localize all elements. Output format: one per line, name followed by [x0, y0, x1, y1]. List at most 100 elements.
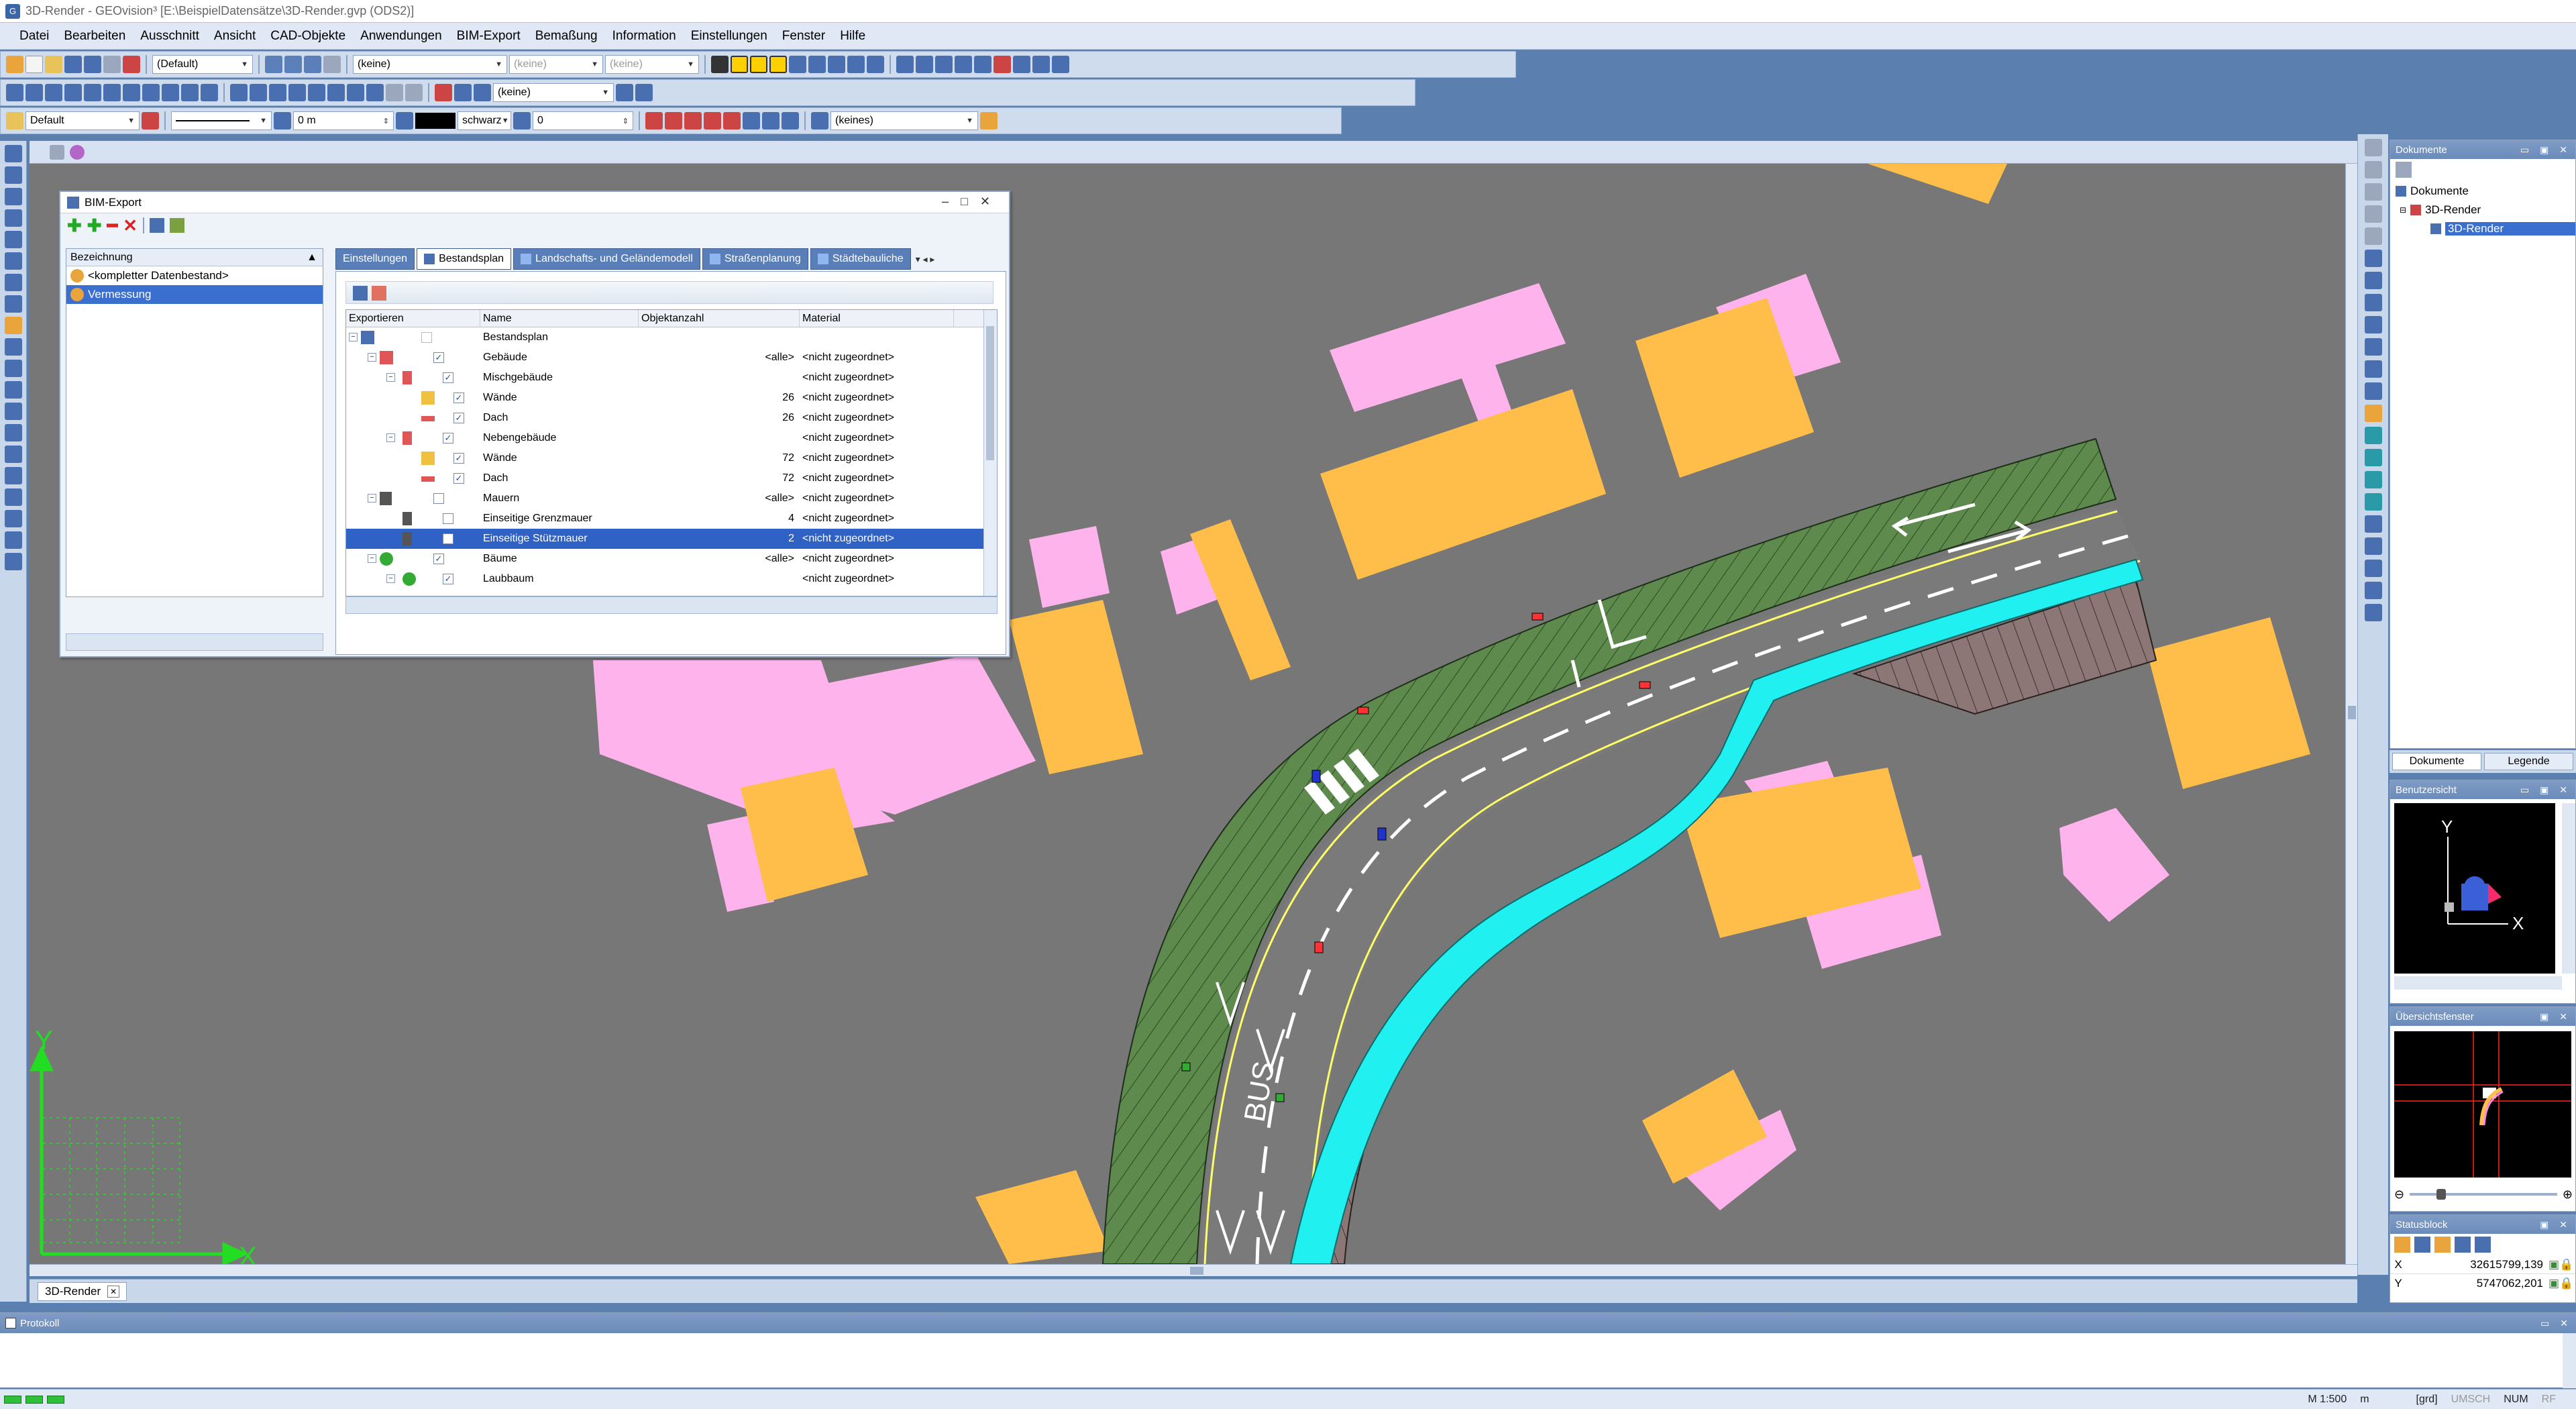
draw-circle-icon[interactable]: [84, 84, 101, 101]
tab-legende[interactable]: Legende: [2484, 753, 2573, 770]
table-row[interactable]: − ✓ Bäume <alle> <nicht zugeordnet>: [346, 549, 997, 569]
save-icon[interactable]: [64, 56, 82, 73]
edit-move-icon[interactable]: [230, 84, 248, 101]
angle-unit-display[interactable]: [grd]: [2410, 1394, 2445, 1406]
edit-extend-icon[interactable]: [347, 84, 364, 101]
menu-bemassung[interactable]: Bemaßung: [529, 26, 604, 46]
table-row[interactable]: − ✓ Gebäude <alle> <nicht zugeordnet>: [346, 348, 997, 368]
menu-information[interactable]: Information: [606, 26, 682, 46]
table-row[interactable]: − ✓ Mischgebäude <nicht zugeordnet>: [346, 368, 997, 388]
building-pink[interactable]: [1029, 526, 1110, 608]
tab-3d-render[interactable]: 3D-Render ✕: [38, 1282, 127, 1301]
walk-icon[interactable]: [2365, 537, 2382, 555]
table-row[interactable]: − Mauern <alle> <nicht zugeordnet>: [346, 488, 997, 509]
status-icon-1[interactable]: [2394, 1237, 2410, 1253]
menu-ansicht[interactable]: Ansicht: [208, 26, 262, 46]
draw-curve-icon[interactable]: [103, 84, 121, 101]
zoom-plus-icon[interactable]: [2365, 338, 2382, 356]
overview-canvas[interactable]: [2394, 1031, 2571, 1178]
table-row[interactable]: − ✓ Nebengebäude <nicht zugeordnet>: [346, 428, 997, 448]
new-file-icon[interactable]: [25, 56, 43, 73]
delete-icon[interactable]: [435, 84, 452, 101]
table-scroll-thumb[interactable]: [986, 326, 994, 460]
select-window-icon[interactable]: [5, 166, 22, 184]
snap-end-icon[interactable]: [750, 56, 767, 73]
pencil-icon[interactable]: [6, 56, 23, 73]
collapse-icon[interactable]: −: [386, 574, 395, 583]
assign-icon[interactable]: [353, 286, 368, 301]
distance-icon[interactable]: [5, 381, 22, 399]
fly-icon[interactable]: [2365, 560, 2382, 577]
tab-bestandsplan[interactable]: Bestandsplan: [417, 248, 512, 270]
linetype-combo[interactable]: ▼: [171, 111, 272, 130]
symbol-combo-3[interactable]: (keine) ▼: [605, 55, 699, 74]
status-icon-2[interactable]: [2414, 1237, 2430, 1253]
table-row[interactable]: Einseitige Grenzmauer 4 <nicht zugeordnet>: [346, 509, 997, 529]
status-icon-5[interactable]: [2475, 1237, 2491, 1253]
view-top-icon[interactable]: [2365, 139, 2382, 156]
unit-display[interactable]: m: [2353, 1394, 2375, 1406]
menu-fenster[interactable]: Fenster: [776, 26, 831, 46]
select-poly-icon[interactable]: [5, 188, 22, 205]
status-icon-3[interactable]: [2434, 1237, 2451, 1253]
zoom-window-icon[interactable]: [896, 56, 914, 73]
zoom-all-icon[interactable]: [955, 56, 972, 73]
collapse-icon[interactable]: ⊟: [2400, 205, 2406, 215]
snap-point-icon[interactable]: [731, 56, 748, 73]
col-exportieren[interactable]: Exportieren: [346, 310, 480, 327]
light-icon[interactable]: [2365, 427, 2382, 444]
layer-manage-icon[interactable]: [284, 56, 302, 73]
draw-hatch-icon[interactable]: [162, 84, 179, 101]
symbol-edit-icon[interactable]: [980, 112, 998, 129]
checkbox[interactable]: ✓: [453, 473, 464, 484]
lock-icon[interactable]: ▣🔒: [2548, 1277, 2575, 1290]
delete-icon[interactable]: ✕: [123, 215, 138, 236]
select-layer-icon[interactable]: [5, 209, 22, 227]
viewport-refresh-icon[interactable]: [70, 145, 85, 160]
sort-up-icon[interactable]: ▲: [307, 252, 317, 264]
hatch-4-icon[interactable]: [704, 112, 721, 129]
settings-icon[interactable]: [150, 218, 165, 233]
col-material[interactable]: Material: [800, 310, 954, 327]
protokoll-scrollbar[interactable]: [2563, 1333, 2576, 1388]
edit-rotate-icon[interactable]: [269, 84, 286, 101]
edit-disabled-2-icon[interactable]: [405, 84, 423, 101]
snap-tangent-icon[interactable]: [847, 56, 865, 73]
hand-pan-icon[interactable]: [2365, 405, 2382, 422]
tab-landschaftsmodell[interactable]: Landschafts- und Geländemodell: [513, 248, 700, 270]
maximize-button[interactable]: □: [961, 195, 980, 208]
hatch-6-icon[interactable]: [743, 112, 760, 129]
coord-icon[interactable]: [5, 403, 22, 420]
hatch-3-icon[interactable]: [684, 112, 702, 129]
list-item[interactable]: <kompletter Datenbestand>: [66, 266, 323, 285]
open-folder-icon[interactable]: [45, 56, 62, 73]
userview-vscroll[interactable]: [2562, 803, 2575, 974]
edit-copy-icon[interactable]: [250, 84, 267, 101]
zoom-slider-handle[interactable]: [2436, 1189, 2447, 1200]
snap-ortho-icon[interactable]: [808, 56, 826, 73]
export-icon[interactable]: [170, 218, 185, 233]
view-icon[interactable]: [1032, 56, 1050, 73]
redo-icon[interactable]: [635, 84, 653, 101]
tool-19-icon[interactable]: [5, 531, 22, 549]
draw-point-icon[interactable]: [6, 84, 23, 101]
view-persp-icon[interactable]: [2365, 227, 2382, 245]
redraw-icon[interactable]: [994, 56, 1011, 73]
draw-polygon-icon[interactable]: [142, 84, 160, 101]
table-row[interactable]: ✓ Dach 26 <nicht zugeordnet>: [346, 408, 997, 428]
checkbox[interactable]: ✓: [453, 453, 464, 464]
clip-icon[interactable]: [2365, 604, 2382, 621]
render-icon[interactable]: [1052, 56, 1069, 73]
draw-arc-icon[interactable]: [64, 84, 82, 101]
userview-canvas[interactable]: Y X: [2394, 803, 2555, 974]
panel-buttons[interactable]: ▭ ▣ ✕: [2520, 784, 2571, 796]
shade-icon[interactable]: [2365, 449, 2382, 466]
zoom-slider[interactable]: [2410, 1189, 2557, 1200]
checkbox[interactable]: ✓: [433, 554, 444, 564]
symbol-combo-2[interactable]: (keine) ▼: [509, 55, 603, 74]
add-icon[interactable]: ✚: [67, 215, 82, 236]
pan-icon[interactable]: [1013, 56, 1030, 73]
edit-mirror-icon[interactable]: [308, 84, 325, 101]
checkbox[interactable]: ✓: [443, 574, 453, 584]
table-scrollbar[interactable]: [983, 310, 997, 596]
